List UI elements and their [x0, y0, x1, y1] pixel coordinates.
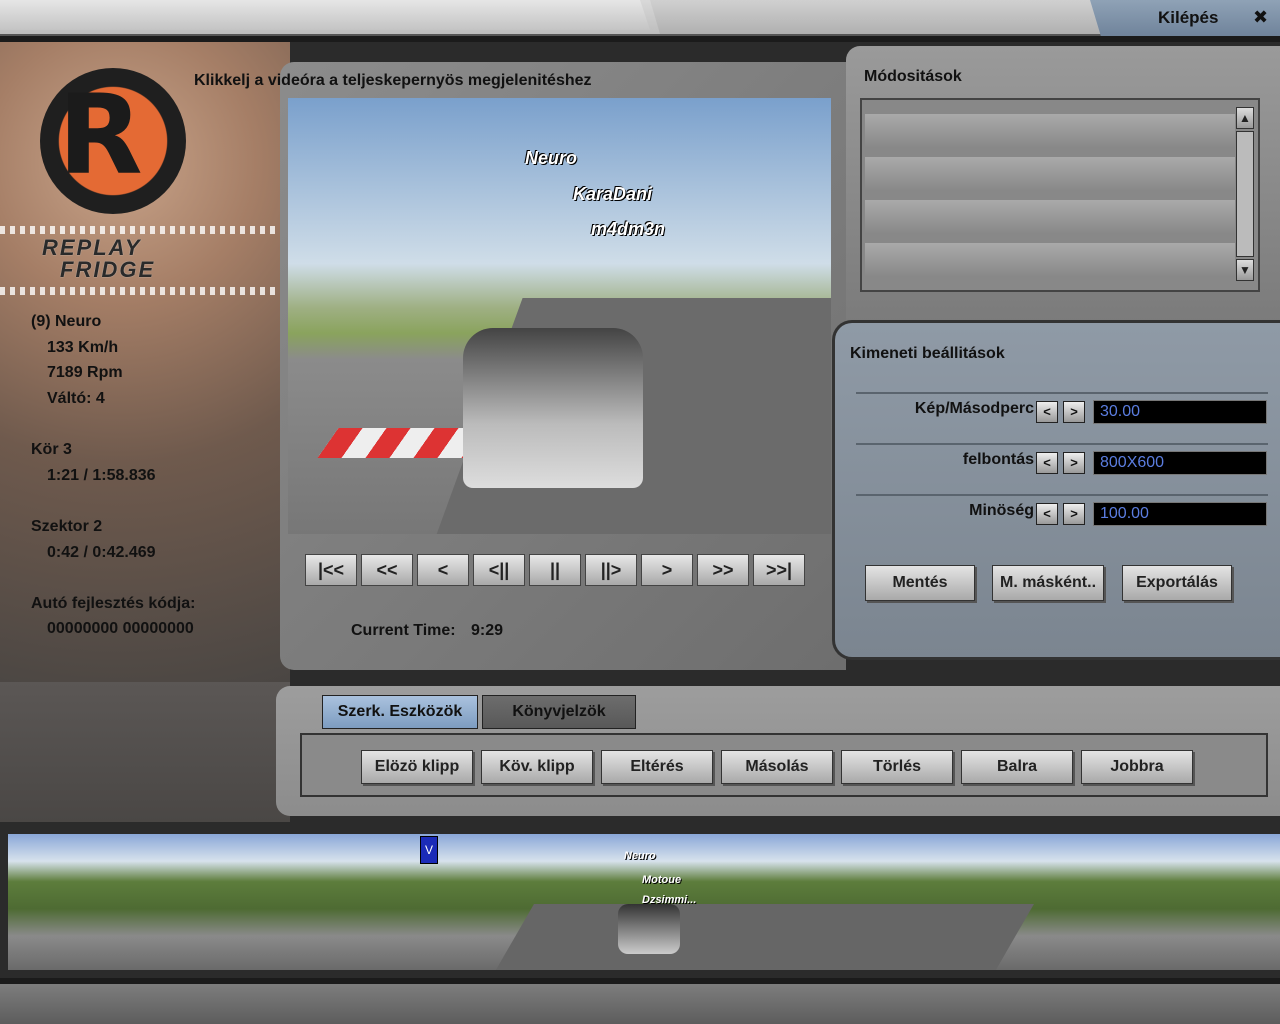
scroll-up-icon[interactable]: ▲ — [1236, 107, 1254, 129]
logo-dots-top — [0, 226, 285, 234]
delete-button[interactable]: Törlés — [841, 750, 953, 784]
split-button[interactable]: Eltérés — [601, 750, 713, 784]
list-item[interactable] — [865, 114, 1235, 148]
list-item[interactable] — [865, 157, 1235, 191]
timeline-car — [618, 904, 680, 954]
timeline-road — [482, 904, 1034, 970]
name-tag: KaraDani — [573, 184, 653, 204]
tab-edit-tools[interactable]: Szerk. Eszközök — [322, 695, 478, 729]
timeline-name-tag: Motoue — [642, 874, 682, 886]
export-button[interactable]: Exportálás — [1122, 565, 1232, 601]
fps-label: Kép/Másodperc — [914, 400, 1034, 417]
fast-rewind-button[interactable]: << — [361, 554, 413, 586]
divider — [856, 443, 1268, 445]
save-button[interactable]: Mentés — [865, 565, 975, 601]
move-left-button[interactable]: Balra — [961, 750, 1073, 784]
output-settings-panel — [832, 320, 1280, 660]
next-clip-button[interactable]: Köv. klipp — [481, 750, 593, 784]
gear-value: Váltó: 4 — [47, 390, 105, 407]
player-car — [463, 328, 643, 488]
top-tab-right — [650, 0, 1100, 34]
lap-time: 1:21 / 1:58.836 — [47, 467, 156, 484]
sector-label: Szektor 2 — [31, 518, 103, 535]
modifications-list[interactable] — [860, 98, 1260, 292]
brand-line-2: FRIDGE — [60, 257, 156, 282]
pause-button[interactable]: || — [529, 554, 581, 586]
replay-video[interactable]: Neuro KaraDani m4dm3n — [288, 98, 831, 534]
tab-bookmarks[interactable]: Könyvjelzök — [482, 695, 636, 729]
car-code-label: Autó fejlesztés kódja: — [31, 595, 196, 612]
fast-forward-button[interactable]: >> — [697, 554, 749, 586]
name-tag: Neuro — [525, 148, 578, 168]
exit-label[interactable]: Kilépés — [1158, 8, 1218, 28]
current-time-value: 9:29 — [471, 622, 504, 639]
top-tab-left — [0, 0, 650, 30]
quality-label: Minöség — [969, 502, 1034, 519]
step-back-button[interactable]: <|| — [473, 554, 525, 586]
quality-decrease-icon[interactable]: < — [1036, 503, 1058, 525]
video-hint: Klikkelj a videóra a teljeskepernyös meg… — [194, 72, 592, 89]
quality-field[interactable]: 100.00 — [1093, 502, 1267, 526]
output-settings-title: Kimeneti beállitások — [850, 345, 1005, 362]
resolution-field[interactable]: 800X600 — [1093, 451, 1267, 475]
resolution-increase-icon[interactable]: > — [1063, 452, 1085, 474]
resolution-decrease-icon[interactable]: < — [1036, 452, 1058, 474]
current-time-label: Current Time: — [351, 622, 456, 639]
fps-field[interactable]: 30.00 — [1093, 400, 1267, 424]
driver-name: (9) Neuro — [31, 313, 102, 330]
close-icon[interactable]: ✖ — [1253, 7, 1268, 28]
go-to-start-button[interactable]: |<< — [305, 554, 357, 586]
timeline-position-marker[interactable]: V — [420, 836, 438, 864]
lap-label: Kör 3 — [31, 441, 72, 458]
car-code-value: 00000000 00000000 — [47, 620, 194, 637]
copy-button[interactable]: Másolás — [721, 750, 833, 784]
scrollbar-track[interactable] — [1236, 131, 1254, 257]
speed-value: 133 Km/h — [47, 339, 119, 356]
resolution-label: felbontás — [962, 451, 1034, 468]
divider — [856, 494, 1268, 496]
quality-increase-icon[interactable]: > — [1063, 503, 1085, 525]
go-to-end-button[interactable]: >>| — [753, 554, 805, 586]
rewind-button[interactable]: < — [417, 554, 469, 586]
footer-bar — [0, 978, 1280, 1024]
left-lower-panel — [0, 682, 290, 822]
move-right-button[interactable]: Jobbra — [1081, 750, 1193, 784]
previous-clip-button[interactable]: Elözö klipp — [361, 750, 473, 784]
divider — [856, 392, 1268, 394]
fps-decrease-icon[interactable]: < — [1036, 401, 1058, 423]
timeline-name-tag: Dzsimmi... — [642, 894, 697, 906]
scroll-down-icon[interactable]: ▼ — [1236, 259, 1254, 281]
modifications-title: Módositások — [864, 68, 962, 85]
list-item[interactable] — [865, 243, 1235, 277]
rpm-value: 7189 Rpm — [47, 364, 123, 381]
save-as-button[interactable]: M. másként.. — [992, 565, 1104, 601]
name-tag: m4dm3n — [591, 219, 666, 239]
logo-dots-bottom — [0, 287, 285, 295]
timeline-strip[interactable]: Neuro Motoue Dzsimmi... — [8, 834, 1280, 970]
timeline-name-tag: Neuro — [624, 850, 656, 862]
logo-r-icon: R — [58, 71, 143, 199]
fps-increase-icon[interactable]: > — [1063, 401, 1085, 423]
step-forward-button[interactable]: ||> — [585, 554, 637, 586]
play-button[interactable]: > — [641, 554, 693, 586]
sector-time: 0:42 / 0:42.469 — [47, 544, 156, 561]
list-item[interactable] — [865, 200, 1235, 234]
